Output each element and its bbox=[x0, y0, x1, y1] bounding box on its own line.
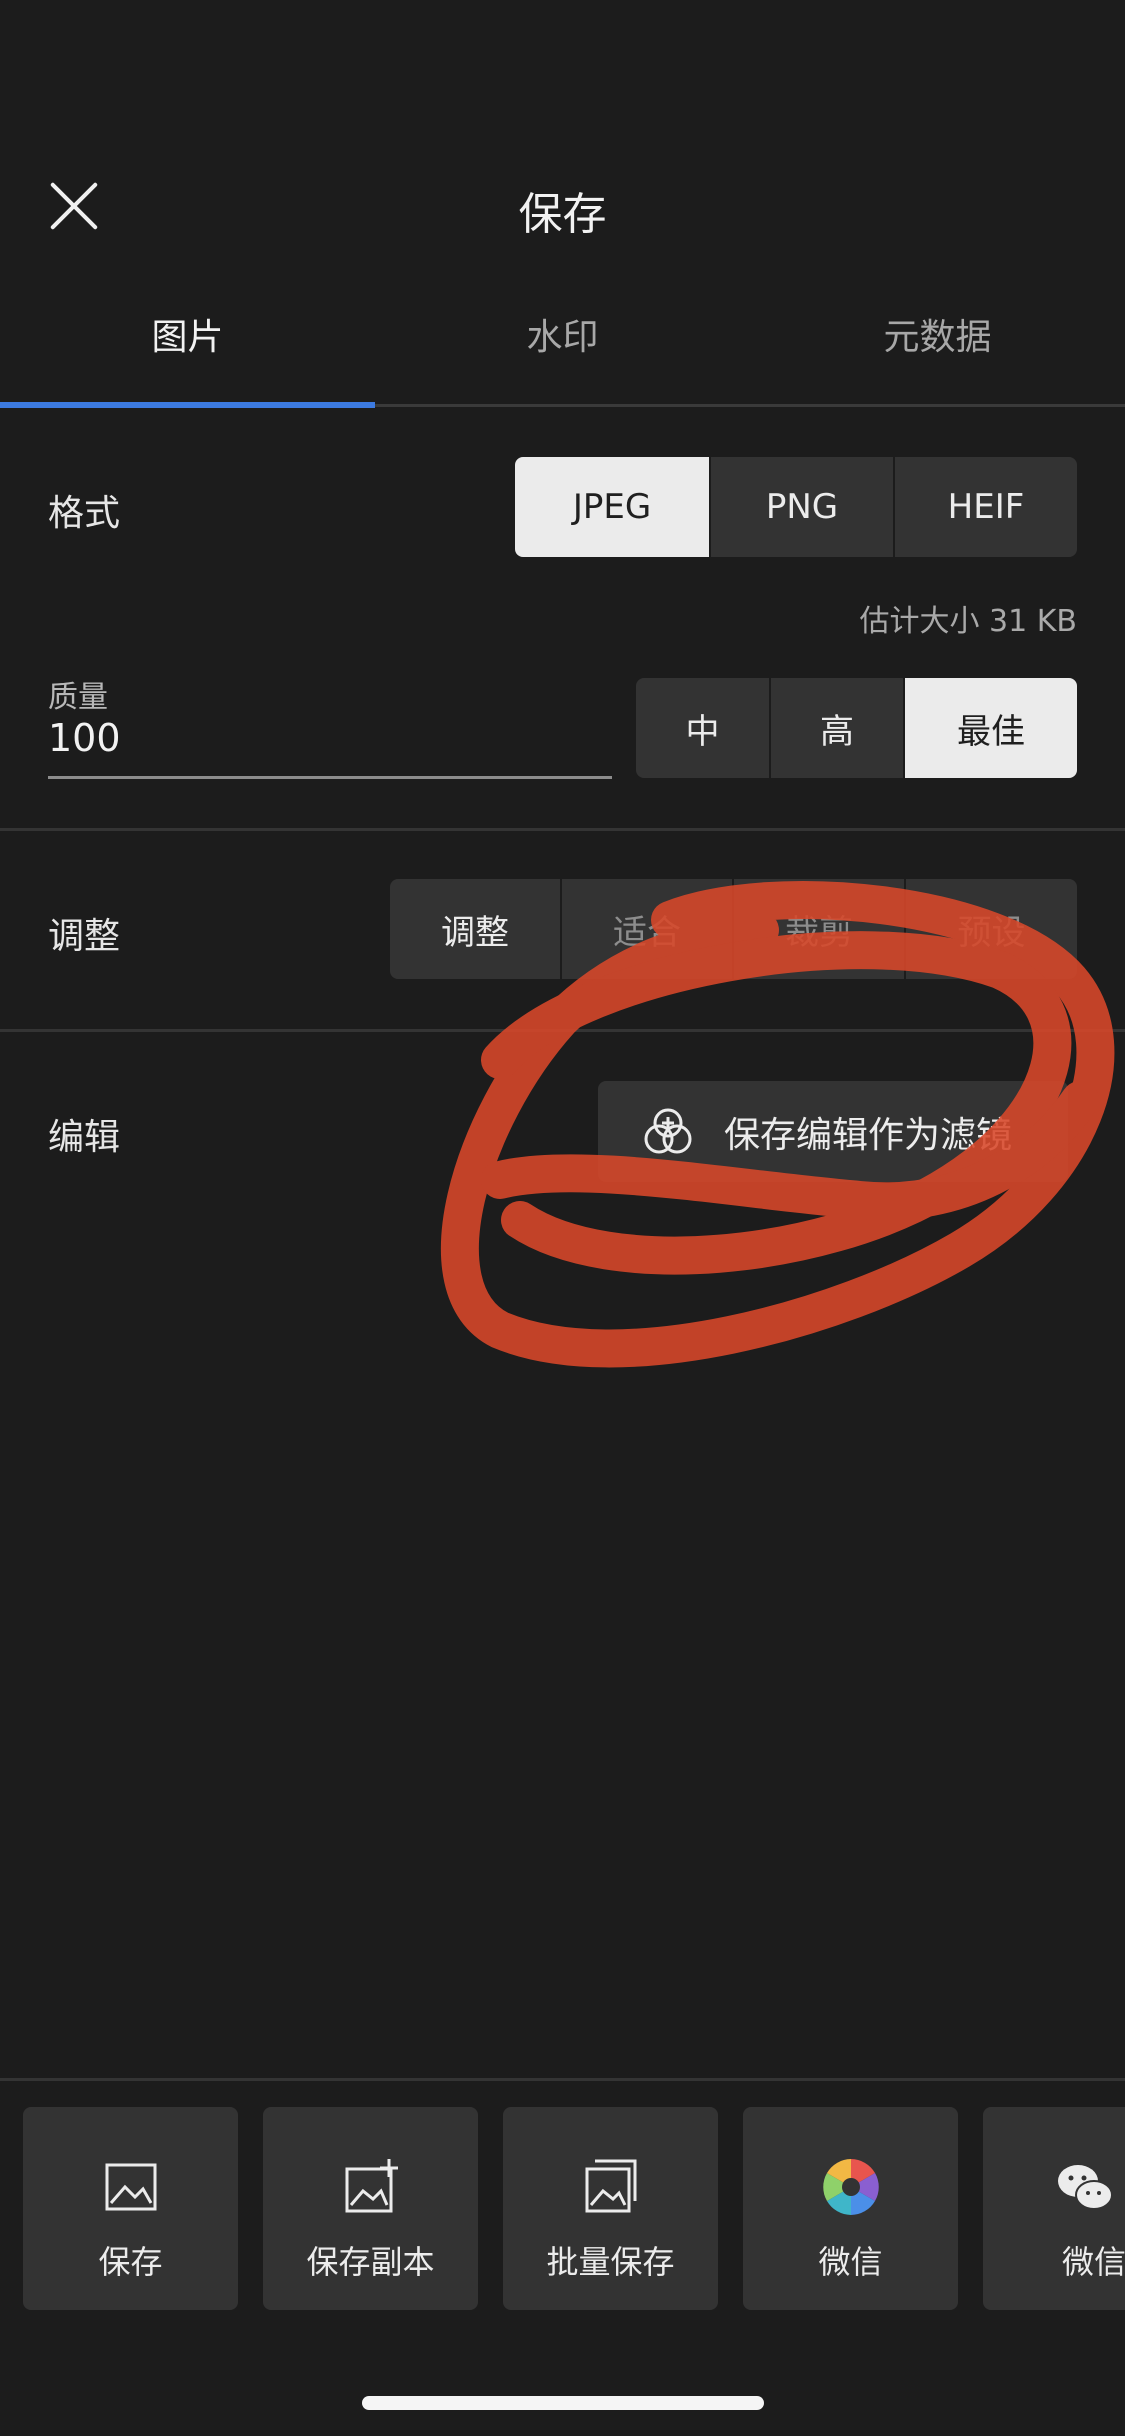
bottom-divider bbox=[0, 2078, 1125, 2081]
quality-high-button[interactable]: 高 bbox=[771, 678, 903, 778]
quality-best-button[interactable]: 最佳 bbox=[905, 678, 1077, 778]
quality-input[interactable]: 100 bbox=[48, 716, 121, 760]
tab-watermark[interactable]: 水印 bbox=[375, 308, 750, 360]
wechat-button[interactable]: 微信 bbox=[983, 2107, 1125, 2310]
format-jpeg-button[interactable]: JPEG bbox=[515, 457, 709, 557]
home-indicator bbox=[362, 2396, 764, 2410]
quality-medium-button[interactable]: 中 bbox=[636, 678, 769, 778]
adjust-preset-button[interactable]: 预设 bbox=[906, 879, 1077, 979]
batch-save-label: 批量保存 bbox=[546, 2243, 675, 2281]
share-app-label: 微信 bbox=[818, 2243, 883, 2281]
edit-label: 编辑 bbox=[48, 1117, 121, 1158]
format-png-button[interactable]: PNG bbox=[711, 457, 893, 557]
wechat-label: 微信 bbox=[1062, 2243, 1125, 2281]
filter-circles-icon bbox=[644, 1108, 692, 1153]
save-copy-label: 保存副本 bbox=[306, 2243, 435, 2281]
section-divider bbox=[0, 828, 1125, 831]
save-edit-as-filter-label: 保存编辑作为滤镜 bbox=[724, 1114, 1013, 1156]
batch-save-button[interactable]: 批量保存 bbox=[503, 2107, 718, 2310]
page-title: 保存 bbox=[518, 189, 607, 240]
share-app-button[interactable]: 微信 bbox=[743, 2107, 958, 2310]
format-heif-button[interactable]: HEIF bbox=[895, 457, 1077, 557]
adjust-label: 调整 bbox=[48, 916, 121, 957]
image-stack-icon bbox=[585, 2159, 636, 2213]
quality-input-underline bbox=[48, 776, 612, 779]
tab-active-indicator bbox=[0, 402, 375, 408]
adjust-fit-button[interactable]: 适合 bbox=[562, 879, 732, 979]
tab-metadata[interactable]: 元数据 bbox=[750, 308, 1125, 360]
image-icon bbox=[105, 2163, 156, 2211]
adjust-crop-button[interactable]: 裁剪 bbox=[734, 879, 904, 979]
section-divider bbox=[0, 1029, 1125, 1032]
shutter-app-icon bbox=[822, 2159, 879, 2215]
save-edit-as-filter-button[interactable]: 保存编辑作为滤镜 bbox=[598, 1081, 1068, 1182]
format-label: 格式 bbox=[48, 493, 121, 534]
save-copy-button[interactable]: 保存副本 bbox=[263, 2107, 478, 2310]
save-button[interactable]: 保存 bbox=[23, 2107, 238, 2310]
wechat-icon bbox=[1058, 2165, 1113, 2210]
image-plus-icon bbox=[345, 2159, 398, 2213]
tab-image[interactable]: 图片 bbox=[0, 308, 375, 360]
adjust-adjust-button[interactable]: 调整 bbox=[390, 879, 560, 979]
save-label: 保存 bbox=[98, 2243, 163, 2281]
estimated-size: 估计大小 31 KB bbox=[859, 604, 1078, 639]
quality-label: 质量 bbox=[48, 680, 108, 715]
